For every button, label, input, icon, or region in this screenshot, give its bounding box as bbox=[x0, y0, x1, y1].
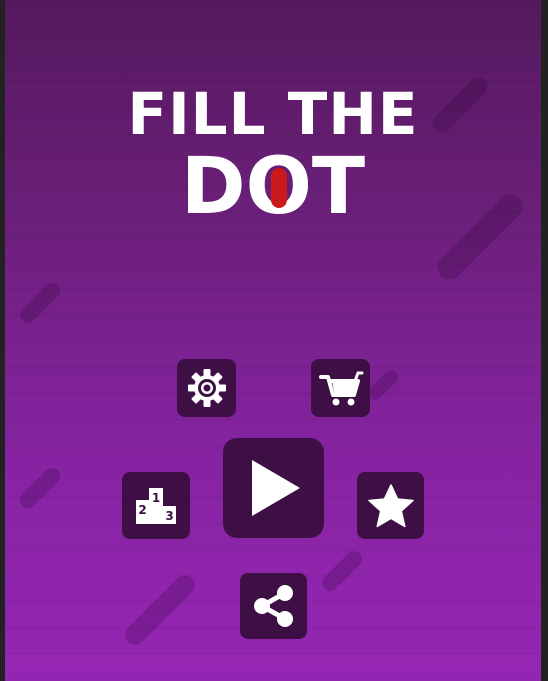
background-streak bbox=[16, 464, 64, 512]
background-streak bbox=[365, 367, 401, 403]
share-button[interactable] bbox=[240, 573, 307, 639]
background-streak bbox=[16, 279, 64, 327]
game-screen: FILL THE DOT bbox=[5, 0, 541, 681]
shop-button[interactable] bbox=[311, 359, 370, 417]
star-icon bbox=[367, 483, 414, 527]
red-dot bbox=[270, 168, 287, 208]
play-button[interactable] bbox=[223, 438, 324, 538]
title-letter-o: O bbox=[246, 142, 312, 232]
title-line-2: DOT bbox=[5, 142, 541, 232]
background-streak bbox=[121, 571, 199, 649]
leaderboard-button[interactable]: 1 2 3 bbox=[122, 472, 190, 539]
title-line-1: FILL THE bbox=[127, 80, 419, 148]
podium-label-2: 2 bbox=[138, 503, 146, 517]
play-icon bbox=[251, 460, 300, 516]
settings-button[interactable] bbox=[177, 359, 236, 417]
share-icon bbox=[253, 585, 293, 627]
podium-icon: 1 2 3 bbox=[136, 487, 176, 524]
podium-label-1: 1 bbox=[152, 491, 160, 505]
title-letter-t: T bbox=[311, 142, 366, 232]
title-letter-d: D bbox=[180, 142, 246, 232]
podium-label-3: 3 bbox=[165, 509, 173, 523]
cart-icon bbox=[318, 371, 363, 406]
background-streak bbox=[318, 547, 366, 595]
rate-button[interactable] bbox=[357, 472, 424, 539]
gear-icon bbox=[187, 369, 226, 407]
